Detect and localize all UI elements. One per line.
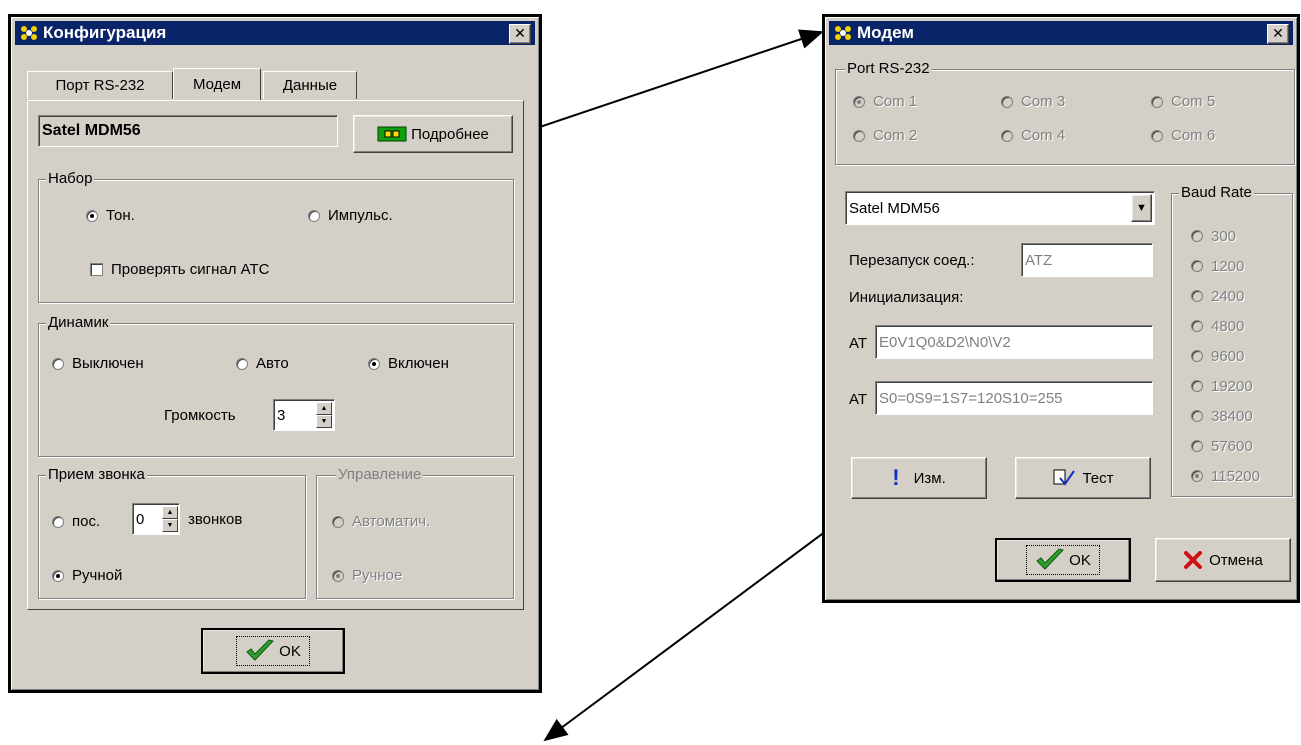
at-prefix-1: AT [849,335,868,352]
control-group-label: Управление [336,466,424,483]
com3-radio[interactable]: Com 3 [1001,93,1065,110]
dial-group [38,179,514,303]
modem-select[interactable]: Satel MDM56 [845,191,1155,225]
config-title: Конфигурация [43,23,167,42]
modem-titlebar: Модем ✕ [829,21,1293,45]
baud-4800-radio[interactable]: 4800 [1191,311,1260,341]
com5-radio[interactable]: Com 5 [1151,93,1215,110]
checkmark-icon [1036,548,1065,570]
modem-tab-panel: Satel MDM56 Подробнее Набор Тон. Импульс… [27,100,524,610]
arrow-details-to-modem [509,29,824,138]
com1-radio[interactable]: Com 1 [853,93,917,110]
spin-down-icon[interactable]: ▼ [162,519,178,532]
modem-name-field: Satel MDM56 [38,115,338,147]
cancel-x-icon [1184,551,1203,569]
reset-label: Перезапуск соед.: [849,252,975,269]
baud-1200-radio[interactable]: 1200 [1191,251,1260,281]
details-button[interactable]: Подробнее [353,115,513,153]
spin-up-icon[interactable]: ▲ [316,402,332,415]
com2-radio[interactable]: Com 2 [853,127,917,144]
tab-port-rs232[interactable]: Порт RS-232 [27,71,173,99]
baud-115200-radio[interactable]: 115200 [1191,461,1260,491]
speaker-off-radio[interactable]: Выключен [52,355,144,372]
answer-group-label: Прием звонка [46,466,147,483]
modem-ok-button[interactable]: OK [995,538,1131,582]
pulse-radio[interactable]: Импульс. [308,207,393,224]
modem-window: Модем ✕ Port RS-232 Com 1 Com 3 Com 5 Co… [822,14,1300,603]
dial-group-label: Набор [46,170,95,187]
baud-300-radio[interactable]: 300 [1191,221,1260,251]
baud-list: 300 1200 2400 4800 9600 19200 38400 5760… [1191,221,1260,491]
answer-manual-radio[interactable]: Ручной [52,567,122,584]
speaker-on-radio[interactable]: Включен [368,355,449,372]
modem-cancel-button[interactable]: Отмена [1155,538,1291,582]
close-icon: ✕ [1272,26,1284,42]
rings-stepper[interactable]: ▲ ▼ [162,506,178,532]
close-icon: ✕ [514,26,526,42]
control-manual-radio[interactable]: Ручное [332,567,402,584]
modem-title: Модем [857,23,914,42]
satel-app-icon [835,26,851,40]
at-prefix-2: AT [849,391,868,408]
init-string-2-input[interactable]: S0=0S9=1S7=120S10=255 [875,381,1153,415]
port-group [835,69,1295,165]
config-titlebar: Конфигурация ✕ [15,21,535,45]
checkmark-icon [246,639,275,661]
answer-after-radio[interactable]: пос. [52,513,100,530]
baud-57600-radio[interactable]: 57600 [1191,431,1260,461]
com4-radio[interactable]: Com 4 [1001,127,1065,144]
exclamation-icon: ! [892,465,900,490]
baud-9600-radio[interactable]: 9600 [1191,341,1260,371]
satel-app-icon [21,26,37,40]
modem-select-dropdown-button[interactable]: ▼ [1131,194,1152,222]
control-automatic-radio[interactable]: Автоматич. [332,513,430,530]
speaker-auto-radio[interactable]: Авто [236,355,289,372]
speaker-group-label: Динамик [46,314,111,331]
chevron-down-icon: ▼ [1136,202,1147,214]
modem-device-icon [377,126,407,142]
config-close-button[interactable]: ✕ [509,24,531,44]
volume-stepper[interactable]: ▲ ▼ [316,402,332,428]
baud-2400-radio[interactable]: 2400 [1191,281,1260,311]
edit-button[interactable]: ! Изм. [851,457,987,499]
baud-19200-radio[interactable]: 19200 [1191,371,1260,401]
speaker-group [38,323,514,457]
com6-radio[interactable]: Com 6 [1151,127,1215,144]
port-group-label: Port RS-232 [845,60,932,77]
check-dial-tone-checkbox[interactable]: Проверять сигнал АТС [90,261,269,278]
baud-38400-radio[interactable]: 38400 [1191,401,1260,431]
modem-close-button[interactable]: ✕ [1267,24,1289,44]
init-label: Инициализация: [849,289,964,306]
test-button[interactable]: Тест [1015,457,1151,499]
baud-group-label: Baud Rate [1179,184,1254,201]
spin-up-icon[interactable]: ▲ [162,506,178,519]
volume-label: Громкость [164,407,236,424]
test-check-icon [1053,469,1076,486]
rings-label: звонков [188,511,243,528]
tab-data[interactable]: Данные [263,71,357,99]
tab-modem[interactable]: Модем [173,68,261,100]
init-string-1-input[interactable]: E0V1Q0&D2\N0\V2 [875,325,1153,359]
tone-radio[interactable]: Тон. [86,207,135,224]
reset-input[interactable]: ATZ [1021,243,1153,277]
config-tabstrip: Порт RS-232 Модем Данные [27,68,527,101]
config-window: Конфигурация ✕ Порт RS-232 Модем Данные … [8,14,542,693]
spin-down-icon[interactable]: ▼ [316,415,332,428]
config-ok-button[interactable]: OK [201,628,345,674]
